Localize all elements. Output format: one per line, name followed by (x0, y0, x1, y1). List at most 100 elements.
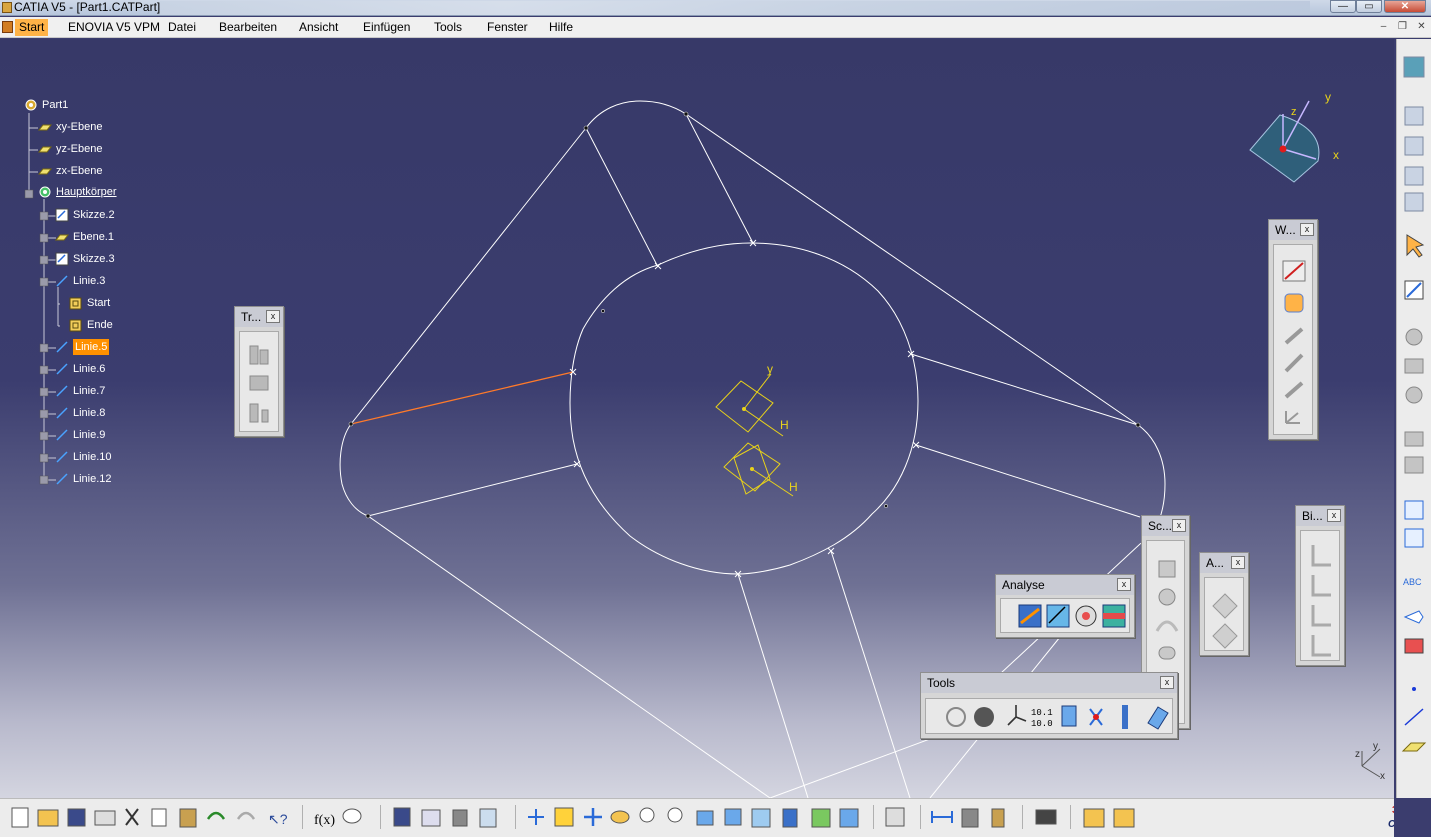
spoke-line[interactable] (915, 444, 1141, 518)
workbench-icon[interactable] (479, 808, 497, 828)
fit-all-icon[interactable] (554, 807, 574, 827)
open-icon[interactable] (37, 809, 59, 827)
spoke-line[interactable] (585, 127, 659, 268)
split-icon[interactable] (1311, 575, 1331, 597)
spoke-line[interactable] (737, 573, 809, 798)
cut-icon[interactable] (125, 808, 139, 826)
normal-view-icon[interactable] (696, 810, 714, 826)
menu-ansicht[interactable]: Ansicht (299, 19, 338, 36)
toolbar-bi[interactable]: Bi... x (1295, 505, 1345, 666)
update-all-icon[interactable] (885, 807, 905, 827)
tree-node-linie7[interactable]: Linie.7 (55, 383, 105, 399)
surface-icon[interactable] (1158, 646, 1176, 660)
copy-icon[interactable] (151, 808, 167, 827)
selected-line-linie5[interactable] (350, 371, 574, 425)
menu-start[interactable]: Start (15, 19, 49, 36)
measure-between-icon[interactable] (931, 811, 953, 823)
undo-icon[interactable] (206, 811, 226, 820)
hide-show-icon[interactable] (811, 808, 831, 828)
pan-icon[interactable] (584, 808, 602, 826)
toolbar-title[interactable]: Tools (921, 673, 1177, 693)
axis-system-icon[interactable] (1007, 705, 1027, 726)
tree-expand-icon[interactable] (421, 809, 441, 827)
menu-hilfe[interactable]: Hilfe (549, 19, 573, 36)
toolbar-close-button[interactable]: x (1172, 519, 1186, 532)
tree-node-part1[interactable]: Part1 (24, 97, 68, 113)
toolbar-wireframe[interactable]: W... x (1268, 219, 1318, 440)
update-icon[interactable] (946, 707, 966, 727)
iso-view-icon[interactable] (751, 808, 771, 828)
list-icon[interactable] (1122, 705, 1128, 729)
feature-icon[interactable] (1404, 192, 1424, 212)
feature-icon[interactable] (1404, 166, 1424, 186)
tree-node-linie3[interactable]: Linie.3 (55, 273, 105, 289)
vertex-point[interactable] (884, 504, 888, 508)
text-annotation-icon[interactable]: ABC (1403, 577, 1422, 587)
swap-visible-space-icon[interactable] (839, 808, 859, 828)
pad-icon[interactable] (1405, 328, 1423, 346)
workbench-icon[interactable] (1403, 56, 1425, 78)
redo-icon[interactable] (236, 811, 256, 820)
translate-icon[interactable] (249, 345, 259, 365)
tree-node-linie8[interactable]: Linie.8 (55, 405, 105, 421)
menu-enovia[interactable]: ENOVIA V5 VPM (68, 19, 160, 36)
toolbar-close-button[interactable]: x (1327, 509, 1341, 522)
axis-system-icon[interactable] (1285, 411, 1300, 424)
join-icon[interactable] (1311, 545, 1331, 567)
help-icon[interactable]: ↖? (268, 811, 288, 827)
extrude-icon[interactable] (1284, 327, 1304, 345)
profile-icon[interactable] (1155, 620, 1179, 632)
tree-node-linie12[interactable]: Linie.12 (55, 471, 112, 487)
zoom-out-icon[interactable] (667, 807, 683, 823)
vertex-point[interactable] (1135, 422, 1141, 428)
tree-node-hauptkoerper[interactable]: Hauptkörper (38, 184, 117, 200)
menu-bearbeiten[interactable]: Bearbeiten (219, 19, 277, 36)
tree-node-linie10[interactable]: Linie.10 (55, 449, 112, 465)
toolbar-close-button[interactable]: x (1300, 223, 1314, 236)
toolbar-close-button[interactable]: x (1231, 556, 1245, 569)
apply-material-icon[interactable] (1083, 808, 1105, 828)
rotate-icon[interactable] (610, 810, 630, 824)
menu-datei[interactable]: Datei (168, 19, 196, 36)
pattern-icon[interactable] (249, 375, 269, 391)
translate-icon[interactable] (259, 349, 269, 365)
paste-icon[interactable] (179, 808, 197, 828)
vertex-point[interactable] (683, 111, 689, 117)
spoke-line[interactable] (367, 463, 578, 517)
toolbar-analyse[interactable]: Analyse x (995, 574, 1135, 638)
menu-fenster[interactable]: Fenster (487, 19, 528, 36)
3d-annotation-icon[interactable] (1404, 500, 1424, 520)
draft-analysis-icon[interactable] (1046, 604, 1070, 628)
shading-icon[interactable] (782, 808, 798, 828)
multi-view-icon[interactable] (724, 808, 742, 826)
mdi-restore-button[interactable]: ❐ (1395, 20, 1410, 35)
feature-icon[interactable] (1404, 106, 1424, 126)
tree-node-start[interactable]: Start (69, 295, 110, 311)
pocket-icon[interactable] (1404, 358, 1424, 374)
tree-node-ende[interactable]: Ende (69, 317, 113, 333)
stamp-icon[interactable] (1404, 638, 1424, 654)
print-icon[interactable] (94, 810, 116, 826)
table-icon[interactable] (393, 807, 411, 827)
close-button[interactable]: ✕ (1384, 0, 1426, 13)
measure-item-icon[interactable] (961, 808, 979, 828)
toolbar-title[interactable]: Analyse (996, 575, 1134, 595)
feature-icon[interactable] (1404, 136, 1424, 156)
plane-icon[interactable] (1401, 742, 1427, 752)
measure-inertia-icon[interactable] (991, 808, 1005, 828)
fly-mode-icon[interactable] (528, 809, 544, 825)
groove-icon[interactable] (1404, 431, 1424, 447)
mdi-minimize-button[interactable]: – (1376, 20, 1391, 35)
new-icon[interactable] (11, 807, 29, 828)
curvature-icon[interactable] (1212, 593, 1238, 619)
minimize-button[interactable]: — (1330, 0, 1356, 13)
capture-icon[interactable] (1035, 809, 1057, 825)
tree-node-yz-ebene[interactable]: yz-Ebene (37, 141, 102, 157)
toolbar-analysis-small[interactable]: A... x (1199, 552, 1249, 656)
toolbar-close-button[interactable]: x (1117, 578, 1131, 591)
vertex-point[interactable] (365, 513, 371, 519)
toolbar-close-button[interactable]: x (266, 310, 280, 323)
comment-icon[interactable] (342, 808, 362, 824)
view-icon[interactable] (1404, 528, 1424, 548)
flag-note-icon[interactable] (1403, 610, 1424, 624)
